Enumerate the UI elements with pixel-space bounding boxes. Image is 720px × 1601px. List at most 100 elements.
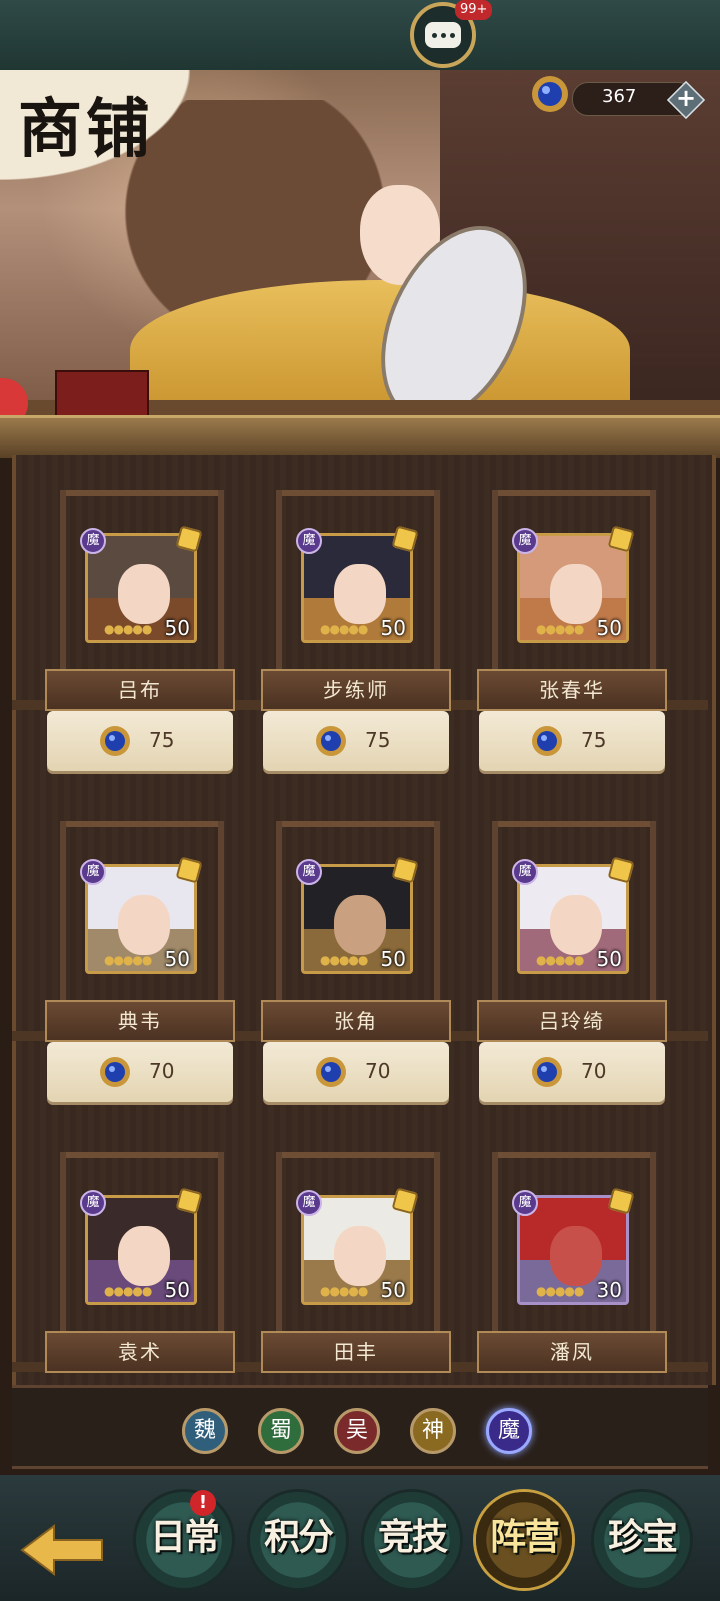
star-rating-icon: ●●●●●	[320, 622, 368, 636]
item-hanger	[492, 1152, 656, 1158]
item-hanger	[60, 490, 224, 496]
hero-name: 张角	[261, 1000, 451, 1042]
item-hanger	[650, 490, 656, 690]
item-hanger	[492, 821, 656, 827]
soul-gem-icon	[316, 1057, 346, 1087]
banner-character-robe	[130, 280, 630, 415]
filter-demon-button[interactable]: 魔	[486, 1408, 532, 1454]
buy-button[interactable]: 75	[47, 711, 233, 771]
filter-wu-button[interactable]: 吴	[334, 1408, 380, 1454]
tab-faction-label: 阵营	[489, 1516, 560, 1558]
soul-gem-icon	[532, 1057, 562, 1087]
faction-badge: 魔	[512, 859, 538, 885]
item-hanger	[60, 1152, 224, 1158]
star-rating-icon: ●●●●●	[536, 1284, 584, 1298]
chat-unread-badge: 99+	[455, 0, 493, 20]
item-hanger	[276, 821, 440, 827]
star-rating-icon: ●●●●●	[536, 953, 584, 967]
hero-level: 50	[164, 616, 190, 640]
faction-badge: 魔	[512, 528, 538, 554]
item-hanger	[218, 821, 224, 1021]
item-hanger	[276, 490, 440, 496]
soul-gem-icon	[532, 726, 562, 756]
item-hanger	[492, 821, 498, 1021]
star-rating-icon: ●●●●●	[536, 622, 584, 636]
hero-level: 50	[164, 947, 190, 971]
buy-button[interactable]: 70	[263, 1042, 449, 1102]
item-hanger	[434, 1152, 440, 1352]
star-rating-icon: ●●●●●	[104, 622, 152, 636]
soul-gem-icon	[316, 726, 346, 756]
hero-level: 50	[596, 616, 622, 640]
soul-gem-icon	[100, 1057, 130, 1087]
currency-value: 367	[602, 86, 637, 107]
faction-badge: 魔	[80, 1190, 106, 1216]
notification-badge: !	[190, 1490, 216, 1516]
star-rating-icon: ●●●●●	[104, 953, 152, 967]
star-rating-icon: ●●●●●	[320, 1284, 368, 1298]
item-price: 70	[365, 1059, 391, 1083]
faction-badge: 魔	[296, 1190, 322, 1216]
item-hanger	[492, 490, 656, 496]
item-price: 75	[581, 728, 607, 752]
hero-level: 30	[596, 1278, 622, 1302]
item-price: 75	[149, 728, 175, 752]
soul-gem-icon	[100, 726, 130, 756]
chat-icon	[425, 22, 461, 48]
item-price: 70	[581, 1059, 607, 1083]
buy-button[interactable]: 70	[479, 1042, 665, 1102]
hero-name: 田丰	[261, 1331, 451, 1373]
hero-level: 50	[380, 616, 406, 640]
faction-badge: 魔	[80, 528, 106, 554]
item-hanger	[218, 1152, 224, 1352]
banner-treasure-box	[55, 370, 149, 415]
tab-treasure-label: 珍宝	[607, 1516, 678, 1558]
item-hanger	[650, 1152, 656, 1352]
faction-badge: 魔	[80, 859, 106, 885]
hero-name: 张春华	[477, 669, 667, 711]
star-rating-icon: ●●●●●	[104, 1284, 152, 1298]
item-hanger	[60, 821, 224, 827]
item-price: 75	[365, 728, 391, 752]
item-hanger	[60, 1152, 66, 1352]
buy-button[interactable]: 75	[479, 711, 665, 771]
item-hanger	[60, 490, 66, 690]
item-hanger	[276, 1152, 282, 1352]
star-rating-icon: ●●●●●	[320, 953, 368, 967]
hero-level: 50	[596, 947, 622, 971]
tab-arena-label: 竞技	[377, 1516, 448, 1558]
item-hanger	[434, 821, 440, 1021]
item-hanger	[434, 490, 440, 690]
item-hanger	[492, 1152, 498, 1352]
hero-name: 步练师	[261, 669, 451, 711]
item-hanger	[276, 490, 282, 690]
shop-title: 商铺	[18, 92, 154, 167]
faction-badge: 魔	[296, 528, 322, 554]
hero-name: 吕玲绮	[477, 1000, 667, 1042]
shop-frame-top	[0, 415, 720, 458]
hero-level: 50	[380, 1278, 406, 1302]
soul-gem-icon	[532, 76, 568, 112]
buy-button[interactable]: 75	[263, 711, 449, 771]
filter-god-button[interactable]: 神	[410, 1408, 456, 1454]
hero-level: 50	[164, 1278, 190, 1302]
plus-icon: +	[676, 84, 697, 112]
hero-name: 袁术	[45, 1331, 235, 1373]
faction-badge: 魔	[296, 859, 322, 885]
item-hanger	[276, 821, 282, 1021]
back-arrow-icon[interactable]	[18, 1522, 106, 1578]
hero-name: 吕布	[45, 669, 235, 711]
tab-daily-label: 日常	[149, 1516, 220, 1558]
hero-name: 潘凤	[477, 1331, 667, 1373]
tab-points-label: 积分	[263, 1516, 334, 1558]
buy-button[interactable]: 70	[47, 1042, 233, 1102]
filter-shu-button[interactable]: 蜀	[258, 1408, 304, 1454]
hero-name: 典韦	[45, 1000, 235, 1042]
item-hanger	[492, 490, 498, 690]
item-hanger	[218, 490, 224, 690]
item-hanger	[650, 821, 656, 1021]
filter-wei-button[interactable]: 魏	[182, 1408, 228, 1454]
faction-badge: 魔	[512, 1190, 538, 1216]
hero-level: 50	[380, 947, 406, 971]
item-hanger	[276, 1152, 440, 1158]
